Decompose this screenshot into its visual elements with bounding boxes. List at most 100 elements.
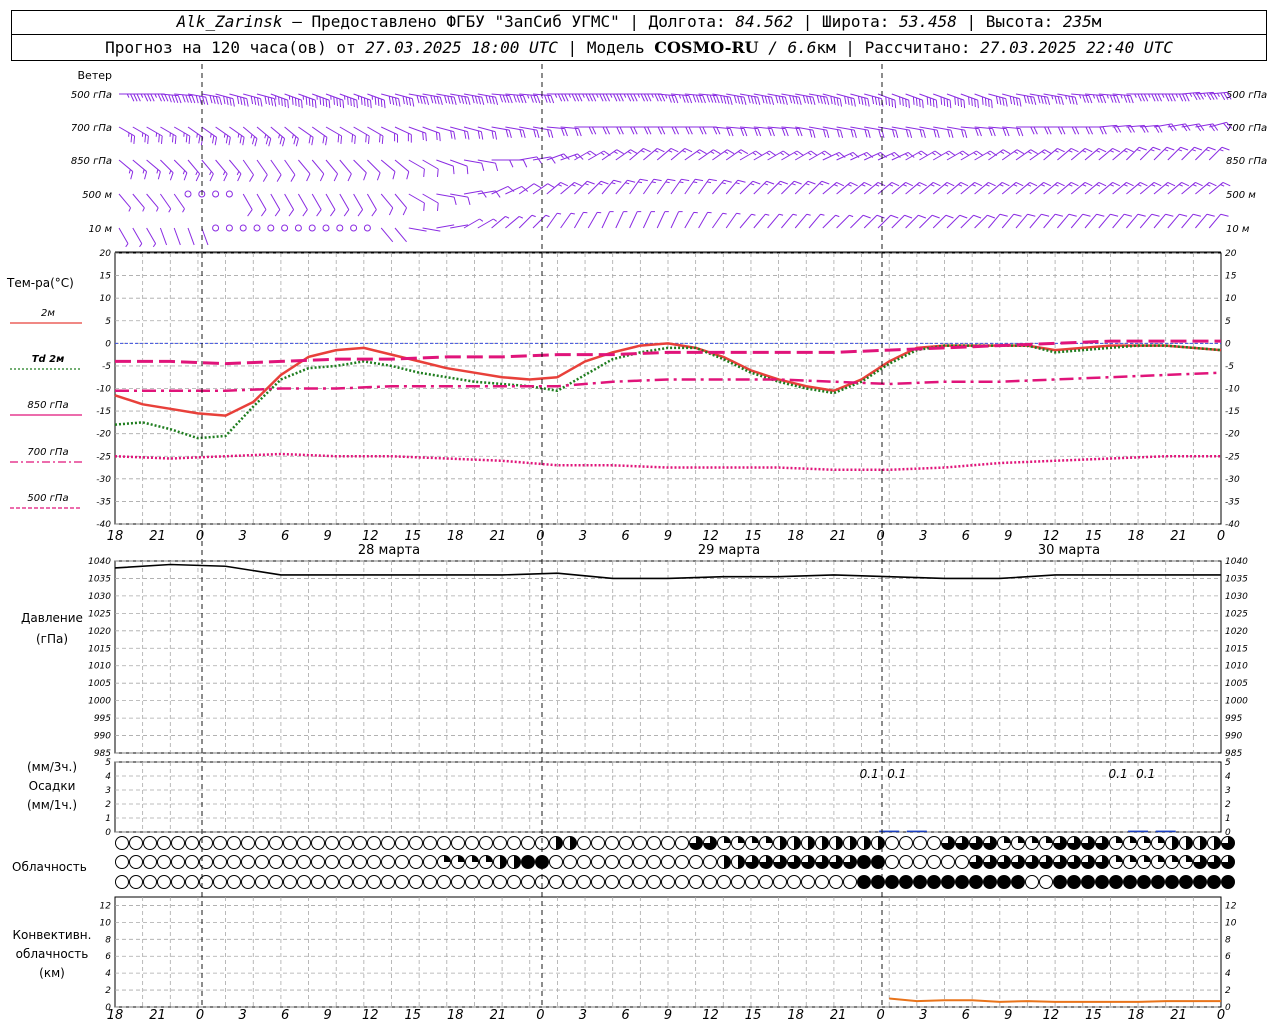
x-tick-label: 0 (1217, 1008, 1225, 1023)
cloud-symbol (381, 855, 395, 869)
x-tick-label: 12 (1043, 1008, 1060, 1023)
x-tick-label: 6 (281, 1008, 289, 1023)
cloud-symbol (1109, 875, 1123, 889)
cloud-symbol (311, 836, 325, 850)
cloud-symbol (619, 855, 633, 869)
cloud-symbol (1151, 875, 1165, 889)
x-tick-label: 0 (1217, 529, 1225, 544)
cloud-symbol (1165, 875, 1179, 889)
x-tick-label: 0 (877, 1008, 885, 1023)
cloud-symbol (661, 855, 675, 869)
y-tick-label-right: 4 (1225, 772, 1231, 782)
y-tick-label-right: -15 (1225, 407, 1240, 417)
cloud-symbol (899, 855, 913, 869)
x-tick-label: 9 (324, 1008, 332, 1023)
conv-panel-unit: (км) (39, 966, 65, 980)
cloud-fill (500, 855, 507, 869)
wind-panel-frame (115, 64, 1221, 252)
cloud-panel-title: Облачность (12, 860, 87, 874)
cloud-fill (766, 836, 773, 843)
cloud-fill (724, 836, 731, 843)
cloud-fill (1144, 855, 1151, 862)
cloud-symbol (745, 875, 759, 889)
y-tick-label-right: 3 (1225, 786, 1231, 796)
meteogram-chart: Ветер 500 гПа 500 гПа 700 гПа 700 гПа 850 гП… (6, 64, 1267, 1023)
y-tick-label-right: 4 (1225, 969, 1231, 979)
wind-level-label-left: 10 м (89, 224, 113, 235)
cloud-symbol (367, 875, 381, 889)
cloud-symbol (605, 855, 619, 869)
cloud-symbol (465, 875, 479, 889)
cloud-symbol (675, 855, 689, 869)
cloud-symbol (129, 875, 143, 889)
y-tick-label-right: 1 (1225, 814, 1231, 824)
cloud-fill (1158, 855, 1165, 862)
y-tick-label-right: 1010 (1225, 662, 1248, 672)
cloud-fill (864, 836, 871, 850)
cloud-symbol (115, 855, 129, 869)
cloud-symbol (409, 855, 423, 869)
cloud-symbol (171, 836, 185, 850)
wind-level-label-right: 500 гПа (1226, 90, 1267, 101)
cloud-symbol (129, 855, 143, 869)
x-tick-label: 12 (362, 529, 379, 544)
precip-value-label: 0.1 (860, 767, 879, 781)
x-tick-label: 3 (919, 1008, 927, 1023)
cloud-symbol (941, 855, 955, 869)
y-tick-label-right: -25 (1225, 452, 1240, 462)
cloud-symbol (633, 875, 647, 889)
cloud-symbol (1137, 875, 1151, 889)
x-tick-label: 9 (664, 1008, 672, 1023)
cloud-symbol (241, 836, 255, 850)
cloud-fill (1200, 836, 1207, 850)
y-tick-label-right: 1005 (1225, 679, 1248, 689)
cloud-fill (738, 836, 745, 843)
cloud-fill (724, 855, 731, 869)
pressure-panel-title: Давление (21, 611, 83, 625)
legend-label: 700 гПа (27, 447, 68, 458)
y-tick-label-left: 1015 (88, 644, 111, 654)
precip-value-label: 0.1 (1109, 767, 1128, 781)
x-tick-label: 12 (702, 529, 719, 544)
y-tick-label-right: 12 (1225, 901, 1237, 911)
cloud-symbol (493, 836, 507, 850)
cloud-symbol (689, 855, 703, 869)
cloud-symbol (577, 855, 591, 869)
cloud-fill (444, 855, 451, 862)
cloud-symbol (1081, 875, 1095, 889)
y-tick-label-left: 1 (105, 814, 111, 824)
cloud-symbol (521, 875, 535, 889)
y-tick-label-left: 0 (105, 828, 111, 838)
cloud-symbol (255, 855, 269, 869)
y-tick-label-left: 995 (94, 714, 111, 724)
cloud-fill (1032, 836, 1039, 843)
cloud-symbol (1193, 875, 1207, 889)
y-tick-label-left: -30 (96, 475, 111, 485)
y-tick-label-left: 4 (105, 969, 111, 979)
cloud-symbol (717, 875, 731, 889)
precip-bar (906, 830, 927, 833)
cloud-symbol (913, 875, 927, 889)
cloud-fill (1214, 836, 1221, 850)
y-tick-label-right: 2 (1225, 986, 1231, 996)
y-tick-label-left: 5 (105, 317, 111, 327)
cloud-fill (1172, 836, 1179, 850)
cloud-symbol (381, 836, 395, 850)
precip-panel-title: Осадки (29, 779, 76, 793)
cloud-symbol (647, 855, 661, 869)
y-tick-label-right: 1040 (1225, 557, 1248, 567)
x-tick-label: 3 (238, 1008, 246, 1023)
cloud-fill (570, 836, 577, 850)
x-tick-label: 9 (324, 529, 332, 544)
x-tick-label: 9 (664, 529, 672, 544)
cloud-symbol (157, 875, 171, 889)
cloud-symbol (689, 875, 703, 889)
cloud-symbol (913, 855, 927, 869)
y-tick-label-right: 2 (1225, 800, 1231, 810)
pressure-panel-unit: (гПа) (36, 632, 68, 646)
cloud-fill (1116, 855, 1123, 862)
x-tick-label: 0 (536, 1008, 544, 1023)
cloud-symbol (115, 875, 129, 889)
cloud-symbol (423, 855, 437, 869)
cloud-symbol (1221, 875, 1235, 889)
